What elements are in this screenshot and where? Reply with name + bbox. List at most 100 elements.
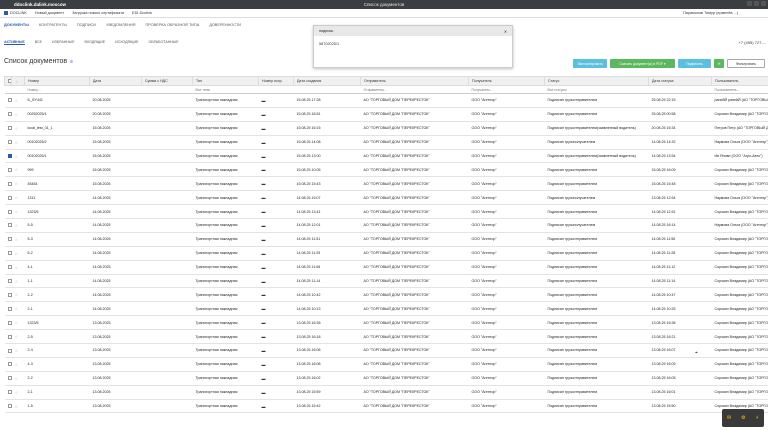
col-user[interactable]: Пользователь (711, 76, 768, 86)
star-icon[interactable]: ☆ (15, 167, 19, 172)
user-name[interactable]: Парамонов Тимур (ерменёв ...) (683, 11, 738, 15)
star-icon[interactable]: ☆ (15, 223, 19, 228)
col-receiver[interactable]: Получатель (468, 76, 545, 86)
maximize-icon[interactable] (754, 1, 759, 6)
table-row[interactable]: ☆ 00102025/2 15.08.2025 Транспортная наклад… (4, 135, 768, 150)
col-type[interactable]: Тип (192, 76, 259, 86)
tab-check[interactable]: ПРОВЕРКА ОБРАЗНОЙ ТИПА (145, 23, 199, 27)
star-icon[interactable]: ☆ (15, 265, 19, 270)
row-checkbox[interactable] (7, 265, 12, 270)
document-icon[interactable]: ▬ (262, 390, 266, 395)
table-row[interactable]: ☆ 5-2 14.08.2025 Транспортная накладная ▬ 14.… (4, 246, 768, 261)
table-row[interactable]: ☆ 5-3 14.08.2025 Транспортная накладная ▬ 14.… (4, 232, 768, 247)
document-icon[interactable]: ▬ (262, 348, 266, 353)
star-icon[interactable]: ☆ (15, 98, 19, 103)
star-icon[interactable]: ☆ (15, 181, 19, 186)
tab-contractors[interactable]: КОНТРАГЕНТЫ (39, 23, 67, 27)
document-icon[interactable]: ▬ (262, 195, 266, 200)
table-row[interactable]: ☆ 4-3 13.08.2025 Транспортная накладная ▬ 13.… (4, 357, 768, 372)
row-checkbox[interactable] (7, 334, 12, 339)
star-icon[interactable]: ☆ (15, 362, 19, 367)
star-icon[interactable]: ☆ (15, 376, 19, 381)
filter-button[interactable]: Фильтровать (727, 59, 765, 68)
bookmark-new-doc[interactable]: Новый документ (35, 11, 64, 15)
star-icon[interactable]: ☆ (15, 334, 19, 339)
row-checkbox[interactable] (7, 348, 12, 353)
tray-icon[interactable]: ✉ (727, 415, 731, 421)
document-icon[interactable]: ▬ (262, 112, 266, 117)
col-sum[interactable]: Сумма с НДС (141, 76, 193, 86)
filter-sender[interactable]: Отправитель... (360, 85, 469, 94)
row-checkbox[interactable] (7, 251, 12, 256)
table-row[interactable]: ☆ 2-5 13.08.2025 Транспортная накладная ▬ 13.… (4, 329, 768, 345)
table-row[interactable]: ☆ 4-1 14.08.2025 Транспортная накладная ▬ 14.… (4, 260, 768, 275)
row-checkbox[interactable] (7, 112, 12, 117)
row-checkbox[interactable] (7, 126, 12, 131)
document-icon[interactable]: ▬ (262, 223, 266, 228)
table-row[interactable]: ☆ Б_ЛУЧ41 20.08.2025 Транспортная накладная… (4, 93, 768, 108)
row-checkbox[interactable] (7, 223, 12, 228)
star-icon[interactable]: ☆ (15, 348, 19, 353)
document-icon[interactable]: ▬ (262, 140, 266, 145)
tab-processed[interactable]: ОБРАБОТАННЫЕ (148, 40, 178, 45)
star-icon[interactable]: ☆ (15, 251, 19, 256)
document-icon[interactable]: ▬ (262, 320, 266, 325)
tab-favorites[interactable]: ИЗБРАННЫЕ (52, 40, 74, 45)
document-icon[interactable]: ▬ (262, 251, 266, 256)
col-date[interactable]: Дата (89, 76, 142, 86)
star-icon[interactable]: ☆ (15, 237, 19, 242)
bookmark-edi[interactable]: EDI-Doclink (132, 11, 152, 15)
select-all-checkbox[interactable] (8, 79, 11, 84)
star-icon[interactable]: ☆ (15, 404, 19, 409)
table-row[interactable]: ☆ 1323/5 14.08.2025 Транспортная накладная ▬… (4, 204, 768, 220)
tab-outgoing[interactable]: ИСХОДЯЩИЕ (115, 40, 138, 45)
star-icon[interactable]: ☆ (15, 306, 19, 311)
table-row[interactable]: ☆ 1-5 13.08.2025 Транспортная накладная ▬ 13.… (4, 399, 768, 414)
document-icon[interactable]: ▬ (262, 292, 266, 297)
sign-button[interactable]: Подписать (678, 59, 711, 68)
download-pdf-button[interactable]: Скачать документ(ы) в PDF ▾ (610, 59, 675, 68)
col-number[interactable]: Номер (24, 76, 90, 86)
document-icon[interactable]: ▬ (262, 154, 266, 159)
col-sender[interactable]: Отправитель (360, 76, 469, 86)
star-icon[interactable]: ☆ (15, 126, 19, 131)
close-icon[interactable]: ✕ (504, 29, 507, 34)
row-checkbox[interactable] (7, 181, 12, 186)
tray-icon[interactable]: ⚡ (755, 415, 759, 421)
table-row[interactable]: ☆ 2-4 13.08.2025 Транспортная накладная ▬ 13.… (4, 343, 768, 358)
tab-incoming[interactable]: ВХОДЯЩИЕ (84, 40, 105, 45)
tab-documents[interactable]: ДОКУМЕНТЫ (4, 23, 29, 27)
table-row[interactable]: ☆ 999 15.08.2025 Транспортная накладная ▬ 15.… (4, 162, 768, 178)
row-checkbox[interactable] (7, 195, 12, 200)
row-checkbox[interactable] (7, 140, 12, 145)
row-checkbox[interactable] (7, 404, 12, 409)
document-icon[interactable]: ▬ (262, 181, 266, 186)
bookmark-doclink[interactable]: DOCLINK (4, 11, 27, 15)
filter-status-date[interactable] (648, 85, 712, 94)
star-icon[interactable]: ☆ (15, 209, 19, 214)
star-icon[interactable]: ☆ (15, 140, 19, 145)
menu-icon[interactable]: ≡ (70, 59, 73, 65)
row-checkbox[interactable] (7, 306, 12, 311)
filter-number[interactable]: Номер... (24, 85, 90, 94)
document-icon[interactable]: ▬ (262, 167, 266, 172)
row-checkbox[interactable] (7, 279, 12, 284)
row-checkbox[interactable] (7, 292, 12, 297)
tray-icon[interactable]: ⚙ (741, 415, 745, 421)
close-icon[interactable] (761, 1, 766, 6)
table-row[interactable]: ☆ 2-1 13.08.2025 Транспортная накладная ▬ 13.… (4, 385, 768, 400)
tab-signatures[interactable]: ПОДПИСИ (77, 23, 96, 27)
document-icon[interactable]: ▬ (262, 404, 266, 409)
document-icon[interactable]: ▬ (262, 279, 266, 284)
star-icon[interactable]: ☆ (15, 195, 19, 200)
table-row[interactable]: ☆ 1311 14.08.2025 Транспортная накладная ▬ 14… (4, 190, 768, 206)
col-created[interactable]: Дата создания (293, 76, 361, 86)
star-icon[interactable]: ☆ (15, 292, 19, 297)
tab-all[interactable]: ВСЕ (35, 40, 42, 45)
tab-powers[interactable]: ДОВЕРЕННОСТИ (209, 23, 241, 27)
filter-type[interactable]: Все типы (192, 85, 259, 94)
minimize-icon[interactable] (747, 1, 752, 6)
filter-status[interactable]: Все статусы (544, 85, 649, 94)
col-status[interactable]: Статус (544, 76, 649, 86)
filter-receiver[interactable]: Получатель... (468, 85, 545, 94)
